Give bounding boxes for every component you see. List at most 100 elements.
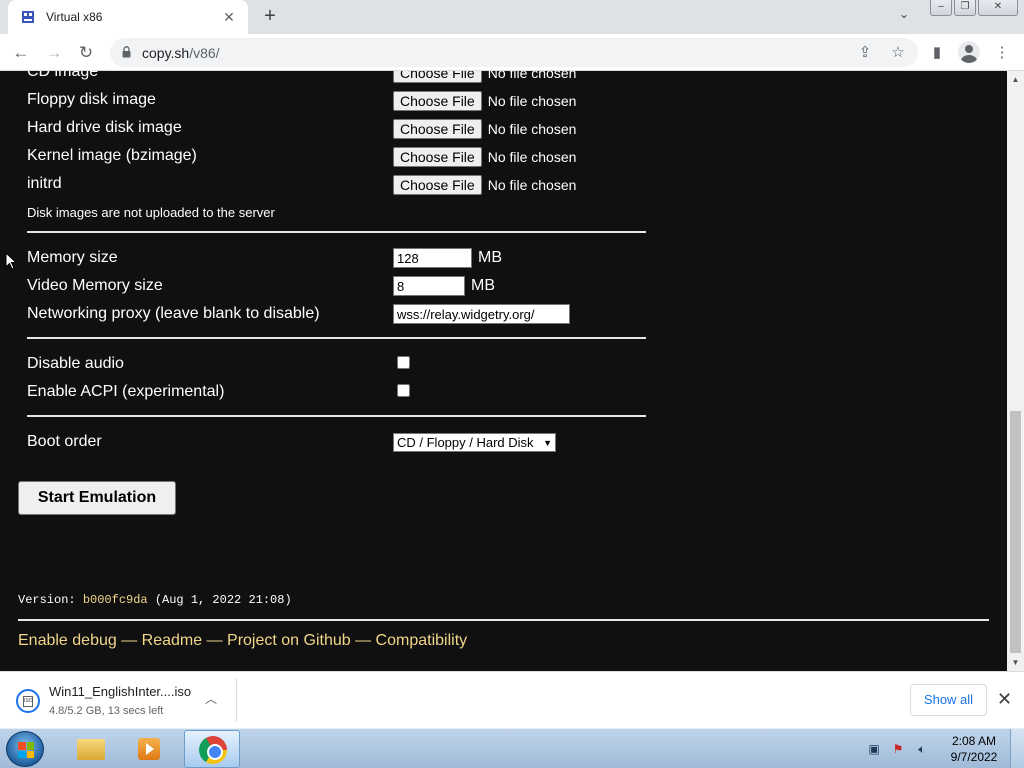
taskbar-media-player[interactable] bbox=[122, 730, 178, 768]
side-panel-icon[interactable]: ▮ bbox=[928, 44, 946, 62]
floppy-image-label: Floppy disk image bbox=[27, 91, 156, 108]
enable-debug-link[interactable]: Enable debug bbox=[18, 632, 117, 649]
disk-upload-note: Disk images are not uploaded to the serv… bbox=[27, 205, 275, 220]
kernel-image-label: Kernel image (bzimage) bbox=[27, 147, 197, 164]
networking-proxy-control: wss://relay.widgetry.org/ bbox=[393, 304, 570, 324]
kernel-choose-file-button[interactable]: Choose File bbox=[393, 147, 482, 167]
download-status: 4.8/5.2 GB, 13 secs left bbox=[49, 705, 164, 717]
start-button[interactable] bbox=[6, 731, 44, 767]
video-memory-input[interactable]: 8 bbox=[393, 276, 465, 296]
network-icon[interactable]: ▣ bbox=[866, 742, 882, 756]
download-options-chevron-icon[interactable]: ︿ bbox=[205, 690, 217, 707]
window-controls: – ❐ ✕ bbox=[930, 0, 1018, 16]
download-file-name[interactable]: Win11_EnglishInter....iso bbox=[49, 684, 191, 699]
taskbar-explorer[interactable] bbox=[62, 730, 118, 768]
floppy-choose-file-button[interactable]: Choose File bbox=[393, 91, 482, 111]
link-separator: — bbox=[116, 632, 142, 649]
action-center-flag-icon[interactable]: ⚑ bbox=[890, 742, 906, 756]
hdd-no-file-text: No file chosen bbox=[487, 121, 577, 137]
memory-size-input[interactable]: 128 bbox=[393, 248, 472, 268]
tab-strip: Virtual x86 ✕ + ⌄ – ❐ ✕ bbox=[0, 0, 1024, 34]
clock-time: 2:08 AM bbox=[951, 734, 997, 748]
disable-audio-control bbox=[397, 356, 410, 369]
volume-icon[interactable]: 🔈︎ bbox=[914, 742, 930, 756]
hdd-choose-file-button[interactable]: Choose File bbox=[393, 119, 482, 139]
boot-order-select[interactable]: CD / Floppy / Hard Disk ▼ bbox=[393, 433, 556, 452]
initrd-no-file-text: No file chosen bbox=[487, 177, 577, 193]
disable-audio-checkbox[interactable] bbox=[397, 356, 410, 369]
memory-unit: MB bbox=[478, 249, 502, 266]
close-download-shelf-icon[interactable]: ✕ bbox=[997, 689, 1012, 710]
initrd-choose-file-button[interactable]: Choose File bbox=[393, 175, 482, 195]
download-divider bbox=[236, 678, 237, 722]
enable-acpi-checkbox[interactable] bbox=[397, 384, 410, 397]
enable-acpi-label: Enable ACPI (experimental) bbox=[27, 383, 225, 400]
menu-kebab-icon[interactable]: ⋮ bbox=[993, 44, 1011, 62]
floppy-image-file-input[interactable]: Choose File No file chosen bbox=[393, 91, 576, 111]
profile-avatar[interactable] bbox=[958, 41, 980, 63]
lock-icon bbox=[122, 46, 131, 58]
video-memory-label: Video Memory size bbox=[27, 277, 163, 294]
floppy-no-file-text: No file chosen bbox=[487, 93, 577, 109]
cd-image-label: CD image bbox=[27, 71, 99, 80]
disable-audio-label: Disable audio bbox=[27, 355, 124, 372]
address-bar[interactable]: copy.sh/v86/ ⇪ ☆ bbox=[110, 38, 918, 67]
section-divider bbox=[27, 337, 646, 339]
window-close-button[interactable]: ✕ bbox=[978, 0, 1018, 16]
enable-acpi-control bbox=[397, 384, 410, 397]
video-memory-control: 8 MB bbox=[393, 276, 495, 296]
scroll-up-arrow-icon[interactable]: ▲ bbox=[1007, 71, 1024, 88]
scroll-down-arrow-icon[interactable]: ▼ bbox=[1007, 654, 1024, 671]
share-icon[interactable]: ⇪ bbox=[856, 44, 874, 62]
url-path: /v86/ bbox=[189, 45, 220, 61]
restore-button[interactable]: ❐ bbox=[954, 0, 976, 16]
memory-size-label: Memory size bbox=[27, 249, 118, 266]
initrd-file-input[interactable]: Choose File No file chosen bbox=[393, 175, 576, 195]
url-text: copy.sh/v86/ bbox=[142, 45, 220, 61]
chrome-icon bbox=[199, 736, 227, 764]
networking-proxy-input[interactable]: wss://relay.widgetry.org/ bbox=[393, 304, 570, 324]
windows-logo-icon bbox=[18, 742, 34, 758]
networking-proxy-label: Networking proxy (leave blank to disable… bbox=[27, 305, 320, 322]
kernel-image-file-input[interactable]: Choose File No file chosen bbox=[393, 147, 576, 167]
section-divider bbox=[27, 231, 646, 233]
clock-date: 9/7/2022 bbox=[950, 750, 998, 764]
tab-close-icon[interactable]: ✕ bbox=[218, 9, 240, 26]
readme-link[interactable]: Readme bbox=[142, 632, 202, 649]
link-separator: — bbox=[202, 632, 228, 649]
start-emulation-button[interactable]: Start Emulation bbox=[18, 481, 176, 515]
iso-file-icon: ISO bbox=[23, 696, 33, 707]
github-link[interactable]: Project on Github bbox=[227, 632, 351, 649]
hdd-image-file-input[interactable]: Choose File No file chosen bbox=[393, 119, 576, 139]
footer-links: Enable debug — Readme — Project on Githu… bbox=[18, 632, 467, 650]
minimize-button[interactable]: – bbox=[930, 0, 952, 16]
system-clock[interactable]: 2:08 AM 9/7/2022 bbox=[944, 733, 1004, 765]
compatibility-link[interactable]: Compatibility bbox=[376, 632, 468, 649]
video-memory-unit: MB bbox=[471, 277, 495, 294]
boot-order-control: CD / Floppy / Hard Disk ▼ bbox=[393, 433, 556, 452]
link-separator: — bbox=[350, 632, 376, 649]
tab-search-chevron-icon[interactable]: ⌄ bbox=[894, 7, 914, 27]
page-scrollbar[interactable]: ▲ ▼ bbox=[1007, 71, 1024, 671]
show-all-downloads-button[interactable]: Show all bbox=[910, 684, 987, 716]
cd-image-file-input[interactable]: Choose File No file chosen bbox=[393, 71, 576, 83]
new-tab-button[interactable]: + bbox=[258, 4, 282, 28]
tab-virtual-x86[interactable]: Virtual x86 ✕ bbox=[8, 0, 248, 34]
initrd-label: initrd bbox=[27, 175, 62, 192]
mouse-pointer-icon bbox=[5, 252, 17, 270]
cd-choose-file-button[interactable]: Choose File bbox=[393, 71, 482, 83]
reload-icon[interactable]: ↻ bbox=[74, 41, 98, 65]
v86-favicon-icon bbox=[22, 11, 34, 23]
bookmark-star-icon[interactable]: ☆ bbox=[889, 44, 907, 62]
scrollbar-thumb[interactable] bbox=[1010, 411, 1021, 653]
back-arrow-icon[interactable]: ← bbox=[9, 41, 33, 65]
hdd-image-label: Hard drive disk image bbox=[27, 119, 182, 136]
download-progress-icon: ISO bbox=[16, 689, 40, 713]
windows-taskbar: ▣ ⚑ 🔈︎ 2:08 AM 9/7/2022 bbox=[0, 728, 1024, 768]
version-date: (Aug 1, 2022 21:08) bbox=[147, 593, 292, 607]
taskbar-chrome[interactable] bbox=[184, 730, 240, 768]
show-desktop-button[interactable] bbox=[1010, 729, 1024, 768]
version-info: Version: b000fc9da (Aug 1, 2022 21:08) bbox=[18, 593, 292, 607]
version-hash-link[interactable]: b000fc9da bbox=[83, 593, 148, 607]
forward-arrow-icon[interactable]: → bbox=[42, 41, 66, 65]
